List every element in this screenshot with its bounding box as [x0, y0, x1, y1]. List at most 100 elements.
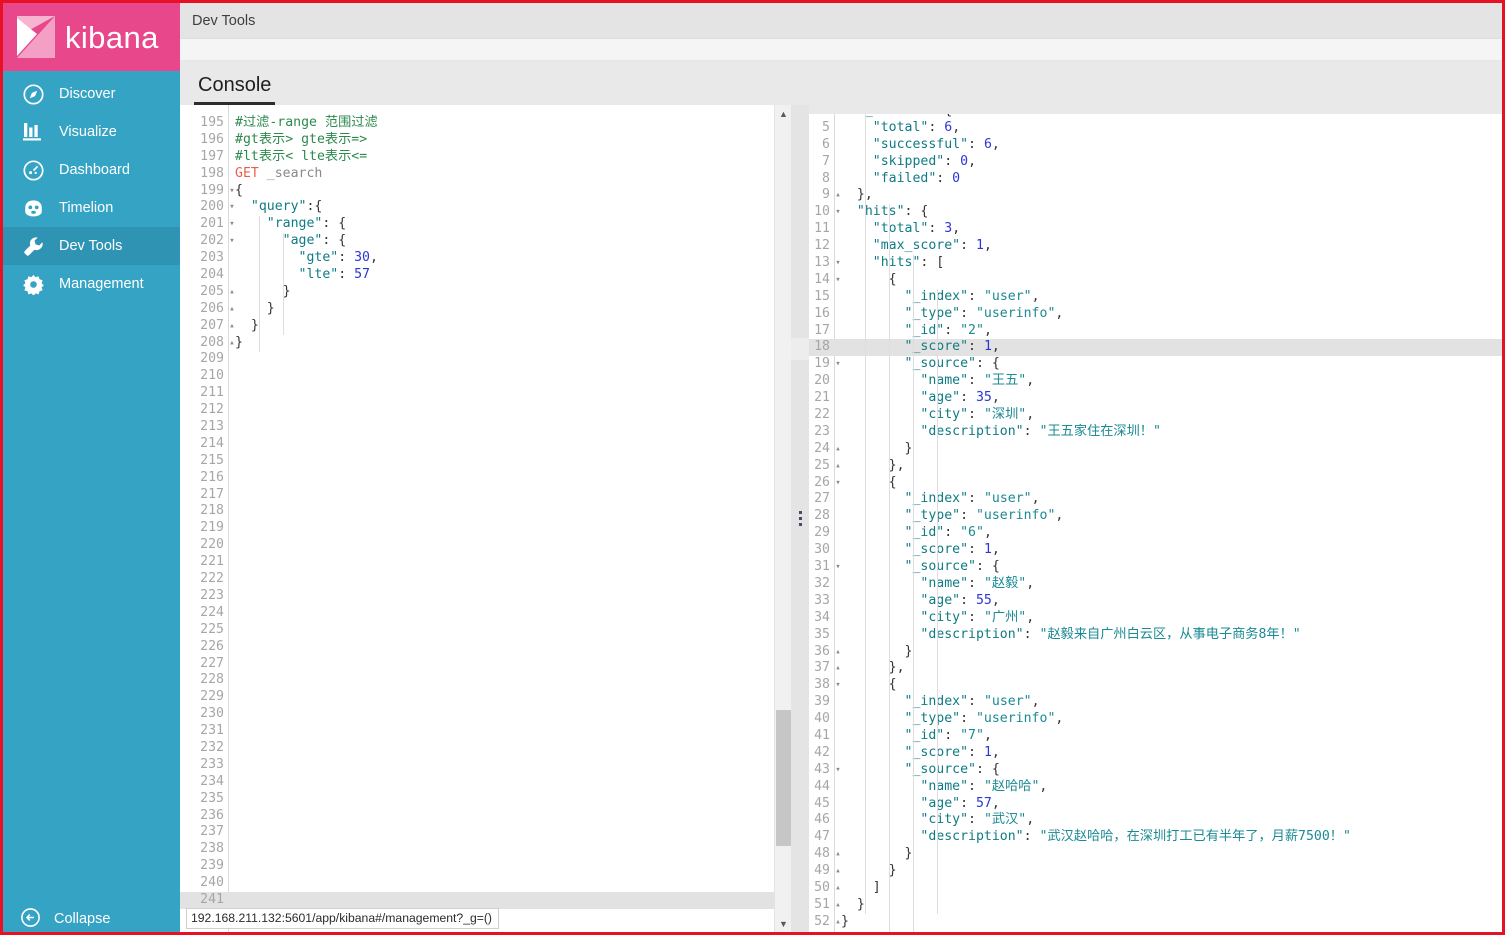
fold-open-icon[interactable]: ▾	[227, 233, 237, 250]
code-line[interactable]	[228, 875, 791, 892]
code-line[interactable]: "age": {	[228, 233, 791, 250]
fold-open-icon[interactable]: ▾	[227, 199, 237, 216]
code-line[interactable]: "total": 6,	[834, 120, 1502, 137]
code-line[interactable]: "age": 35,	[834, 390, 1502, 407]
fold-closed-icon[interactable]: ▴	[833, 458, 843, 475]
code-line[interactable]: "failed": 0	[834, 171, 1502, 188]
code-line[interactable]	[228, 841, 791, 858]
code-line[interactable]	[228, 503, 791, 520]
code-line[interactable]: "skipped": 0,	[834, 154, 1502, 171]
code-line[interactable]	[228, 639, 791, 656]
code-line[interactable]: }	[834, 441, 1502, 458]
code-line[interactable]	[228, 419, 791, 436]
code-line[interactable]: #lt表示< lte表示<=	[228, 149, 791, 166]
code-line[interactable]: "name": "赵毅",	[834, 576, 1502, 593]
fold-open-icon[interactable]: ▾	[833, 762, 843, 779]
editor-vertical-scrollbar[interactable]: ▲ ▼	[774, 105, 791, 932]
response-code-area[interactable]: "_shards": { "total": 6, "successful": 6…	[834, 105, 1502, 932]
editor-code-area[interactable]: #过滤-range 范围过滤 #gt表示> gte表示=> #lt表示< lte表示…	[228, 105, 791, 932]
code-line[interactable]: "hits": [	[834, 255, 1502, 272]
code-line[interactable]	[228, 554, 791, 571]
code-line[interactable]: GET _search	[228, 166, 791, 183]
fold-closed-icon[interactable]: ▴	[227, 335, 237, 352]
code-line[interactable]: "age": 57,	[834, 796, 1502, 813]
drag-dots-icon[interactable]	[798, 511, 802, 526]
code-line[interactable]: "_id": "7",	[834, 728, 1502, 745]
code-line[interactable]: "age": 55,	[834, 593, 1502, 610]
fold-closed-icon[interactable]: ▴	[833, 880, 843, 897]
code-line[interactable]	[228, 571, 791, 588]
kibana-logo[interactable]: kibana	[3, 3, 180, 71]
code-line[interactable]	[228, 605, 791, 622]
code-line[interactable]: "_index": "user",	[834, 491, 1502, 508]
code-line[interactable]: },	[834, 187, 1502, 204]
code-line[interactable]: "_score": 1,	[834, 339, 1502, 357]
fold-closed-icon[interactable]: ▴	[227, 284, 237, 301]
code-line[interactable]: "_type": "userinfo",	[834, 306, 1502, 323]
code-line[interactable]	[228, 891, 791, 909]
scroll-up-arrow-icon[interactable]: ▲	[775, 105, 791, 122]
fold-closed-icon[interactable]: ▴	[833, 897, 843, 914]
fold-closed-icon[interactable]: ▴	[833, 660, 843, 677]
code-line[interactable]: "range": {	[228, 216, 791, 233]
code-line[interactable]	[228, 588, 791, 605]
sidebar-item-dashboard[interactable]: Dashboard	[3, 151, 180, 189]
code-line[interactable]	[228, 351, 791, 368]
fold-closed-icon[interactable]: ▴	[833, 187, 843, 204]
fold-open-icon[interactable]: ▾	[833, 356, 843, 373]
code-line[interactable]: }	[228, 284, 791, 301]
code-line[interactable]	[228, 470, 791, 487]
code-line[interactable]: "_id": "6",	[834, 525, 1502, 542]
fold-open-icon[interactable]: ▾	[833, 272, 843, 289]
code-line[interactable]: }	[834, 863, 1502, 880]
pane-splitter[interactable]	[791, 105, 809, 932]
code-line[interactable]: }	[228, 301, 791, 318]
code-line[interactable]: "gte": 30,	[228, 250, 791, 267]
request-editor-pane[interactable]: 195 196 197 198 199 ▾ 200 ▾ 201 ▾ 202 ▾ 203 204 205 ▴ 20…	[180, 105, 792, 932]
code-line[interactable]	[228, 436, 791, 453]
code-line[interactable]	[228, 453, 791, 470]
sidebar-item-visualize[interactable]: Visualize	[3, 113, 180, 151]
code-line[interactable]: "_type": "userinfo",	[834, 508, 1502, 525]
code-line[interactable]: {	[228, 183, 791, 200]
sidebar-item-timelion[interactable]: Timelion	[3, 189, 180, 227]
code-line[interactable]: }	[834, 644, 1502, 661]
fold-closed-icon[interactable]: ▴	[227, 318, 237, 335]
sidebar-item-management[interactable]: Management	[3, 265, 180, 303]
fold-open-icon[interactable]: ▾	[833, 475, 843, 492]
sidebar-item-discover[interactable]: Discover	[3, 75, 180, 113]
code-line[interactable]: "description": "王五家住在深圳！"	[834, 424, 1502, 441]
code-line[interactable]: "lte": 57	[228, 267, 791, 284]
sidebar-item-dev-tools[interactable]: Dev Tools	[3, 227, 180, 265]
code-line[interactable]	[228, 740, 791, 757]
fold-open-icon[interactable]: ▾	[833, 204, 843, 221]
sidebar-collapse-button[interactable]: Collapse	[3, 900, 180, 932]
code-line[interactable]: "_source": {	[834, 356, 1502, 373]
code-line[interactable]: "_type": "userinfo",	[834, 711, 1502, 728]
code-line[interactable]	[228, 520, 791, 537]
code-line[interactable]: "city": "广州",	[834, 610, 1502, 627]
fold-closed-icon[interactable]: ▴	[227, 301, 237, 318]
code-line[interactable]: },	[834, 660, 1502, 677]
fold-closed-icon[interactable]: ▴	[833, 644, 843, 661]
code-line[interactable]	[228, 757, 791, 774]
code-line[interactable]	[228, 824, 791, 841]
code-line[interactable]: {	[834, 475, 1502, 492]
code-line[interactable]: "city": "武汉",	[834, 812, 1502, 829]
code-line[interactable]: }	[228, 318, 791, 335]
code-line[interactable]: "successful": 6,	[834, 137, 1502, 154]
code-line[interactable]: "name": "赵哈哈",	[834, 779, 1502, 796]
fold-closed-icon[interactable]: ▴	[833, 846, 843, 863]
code-line[interactable]: "_score": 1,	[834, 745, 1502, 762]
code-line[interactable]: }	[228, 335, 791, 352]
code-line[interactable]: "name": "王五",	[834, 373, 1502, 390]
code-line[interactable]	[228, 487, 791, 504]
code-line[interactable]: "_source": {	[834, 762, 1502, 779]
fold-closed-icon[interactable]: ▴	[833, 441, 843, 458]
code-line[interactable]: ]	[834, 880, 1502, 897]
response-viewer-pane[interactable]: 4▾56789▴10▾111213▾14▾1516171819▾20212223…	[792, 105, 1502, 932]
code-line[interactable]	[228, 706, 791, 723]
scroll-down-arrow-icon[interactable]: ▼	[775, 915, 791, 932]
code-line[interactable]: "_index": "user",	[834, 289, 1502, 306]
code-line[interactable]: "description": "赵毅来自广州白云区，从事电子商务8年！"	[834, 627, 1502, 644]
